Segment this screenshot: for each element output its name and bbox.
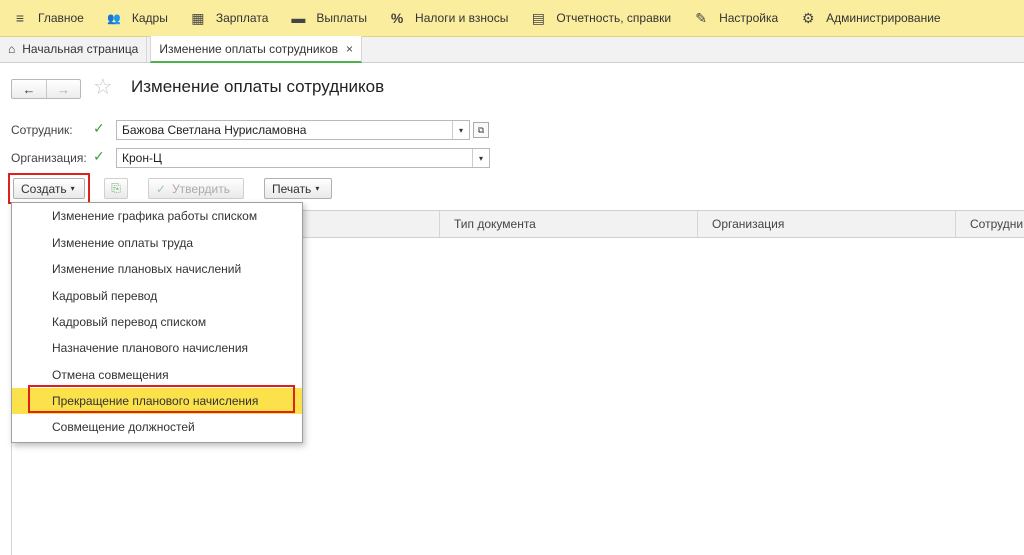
menu-item-label: Выплаты [316,11,368,25]
create-dropdown-menu: Изменение графика работы списком Изменен… [11,202,303,443]
column-header-employee[interactable]: Сотрудни [955,211,1024,237]
approve-button-label: Утвердить [172,181,230,196]
tab-employee-pay-change[interactable]: Изменение оплаты сотрудников × [150,36,363,63]
wallet-icon: ▬ [291,10,306,26]
menu-item-label: Кадры [131,11,168,25]
organization-checkbox[interactable]: ✓ [93,149,107,163]
menu-item-pay-change[interactable]: Изменение оплаты труда [12,230,302,256]
tab-bar: ⌂ Начальная страница Изменение оплаты со… [0,36,1024,63]
column-header-doc-type[interactable]: Тип документа [439,211,697,237]
tab-active-label: Изменение оплаты сотрудников [159,41,339,56]
close-icon[interactable]: × [346,42,353,56]
open-employee-button[interactable]: ⧉ [473,122,489,138]
print-button[interactable]: Печать ▾ [264,178,332,199]
menu-item-payments[interactable]: ▬ Выплаты [282,0,375,37]
forward-button[interactable]: → [45,80,80,98]
organization-field[interactable]: Крон-Ц ▾ [116,148,490,168]
stop-accrual-marker [28,385,295,413]
favorite-star-icon[interactable]: ☆ [93,75,113,99]
main-menu-bar: ≡ Главное 👥 Кадры ▦ Зарплата ▬ Выплаты %… [0,0,1024,37]
menu-item-main[interactable]: ≡ Главное [0,0,92,37]
column-header-organization[interactable]: Организация [697,211,955,237]
approve-button[interactable]: ✓ Утвердить [148,178,244,199]
menu-item-planned-accruals-change[interactable]: Изменение плановых начислений [12,256,302,282]
menu-item-taxes[interactable]: % Налоги и взносы [381,0,516,37]
menu-item-assign-accrual[interactable]: Назначение планового начисления [12,335,302,361]
back-button[interactable]: ← [12,80,46,98]
organization-value: Крон-Ц [122,151,162,165]
chevron-down-icon[interactable]: ▾ [452,121,469,139]
documents-icon: ▤ [531,9,545,26]
menu-item-reports[interactable]: ▤ Отчетность, справки [522,0,679,37]
menu-item-label: Налоги и взносы [415,11,509,25]
percent-icon: % [390,10,404,26]
tab-home-label: Начальная страница [22,42,139,56]
menu-item-hr[interactable]: 👥 Кадры [98,0,176,37]
menu-item-schedule-change-list[interactable]: Изменение графика работы списком [12,203,302,229]
copy-button[interactable]: ⎘ [104,178,128,199]
check-icon: ✓ [156,181,167,196]
menu-item-transfer-list[interactable]: Кадровый перевод списком [12,309,302,335]
chevron-down-icon: ▾ [315,184,320,193]
employee-label: Сотрудник: [11,123,73,137]
menu-item-salary[interactable]: ▦ Зарплата [182,0,277,37]
menu-item-label: Администрирование [826,11,941,25]
employee-checkbox[interactable]: ✓ [93,121,107,135]
page-title: Изменение оплаты сотрудников [131,77,385,96]
menu-item-label: Настройка [719,11,779,25]
chevron-down-icon[interactable]: ▾ [472,149,489,167]
menu-item-combining-positions[interactable]: Совмещение должностей [12,414,302,440]
home-icon: ⌂ [8,42,16,56]
menu-item-settings[interactable]: ✎ Настройка [685,0,786,37]
people-icon: 👥 [107,12,121,25]
menu-item-label: Отчетность, справки [556,11,672,25]
menu-item-label: Зарплата [215,11,269,25]
menu-item-transfer[interactable]: Кадровый перевод [12,283,302,309]
wrench-icon: ✎ [695,9,707,26]
calculator-icon: ▦ [191,9,205,26]
hamburger-menu-icon: ≡ [15,10,25,26]
employee-field[interactable]: Бажова Светлана Нурисламовна ▾ [116,120,470,140]
copy-icon: ⎘ [111,181,121,195]
print-button-label: Печать [272,181,312,196]
tab-home[interactable]: ⌂ Начальная страница [0,36,148,62]
organization-label: Организация: [11,151,87,165]
history-nav: ← → [11,79,81,99]
gear-icon: ⚙ [801,9,815,26]
employee-value: Бажова Светлана Нурисламовна [122,123,307,137]
menu-item-label: Главное [38,11,84,25]
create-button-marker [8,173,90,204]
menu-item-admin[interactable]: ⚙ Администрирование [792,0,948,37]
